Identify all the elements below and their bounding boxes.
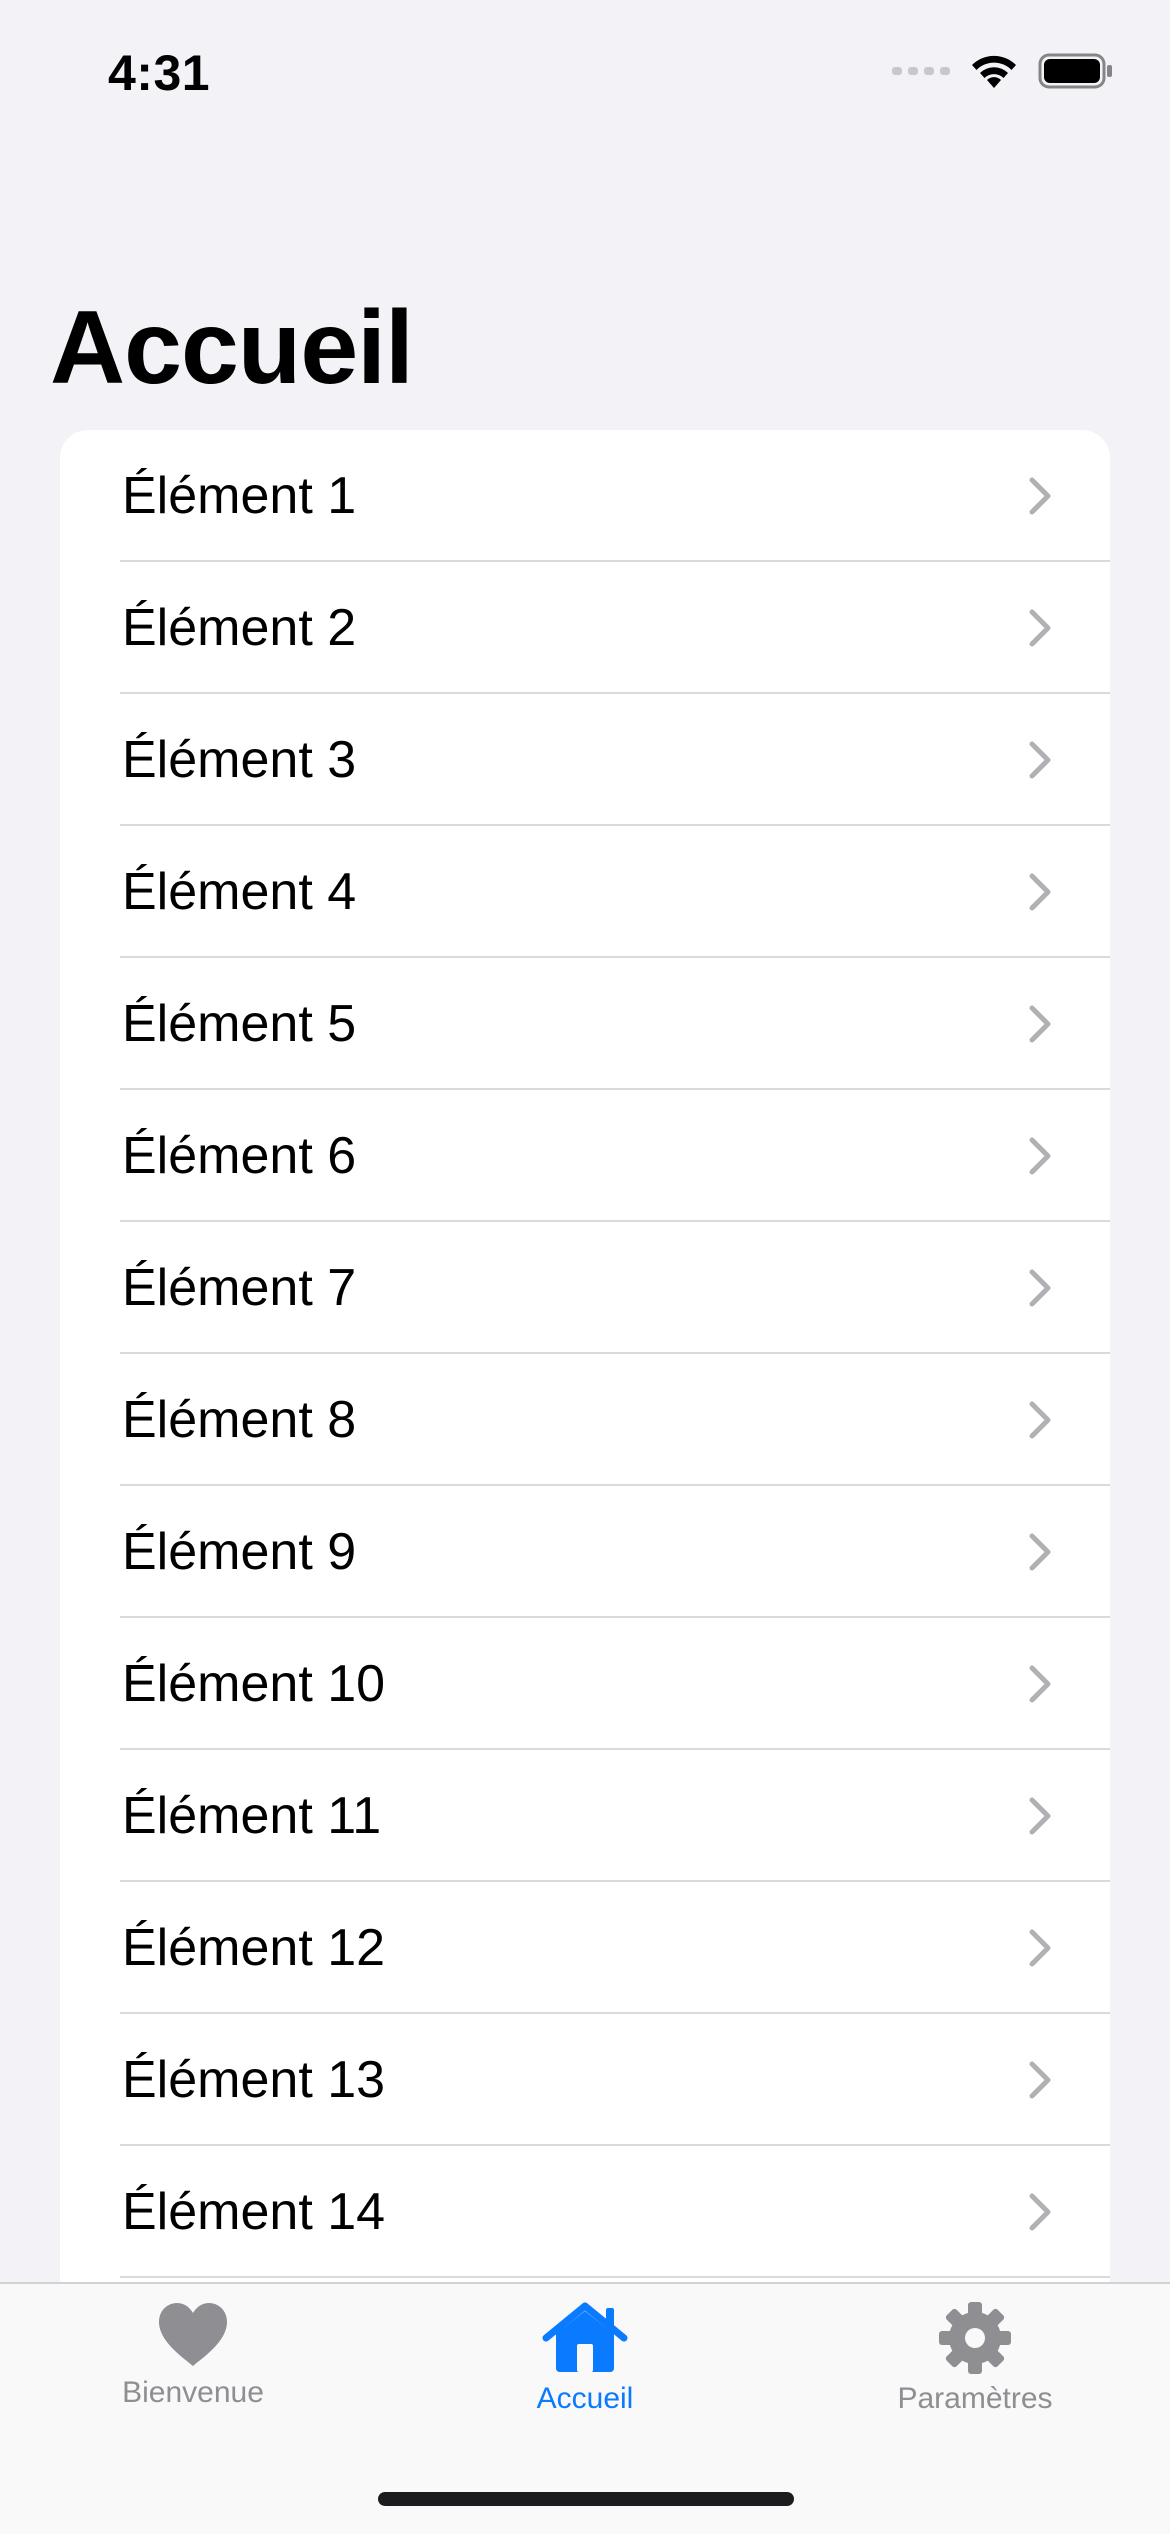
tab-bar: Bienvenue Accueil Paramètres xyxy=(0,2282,1170,2534)
list-item[interactable]: Élément 6 xyxy=(60,1090,1110,1222)
list-item-label: Élément 7 xyxy=(122,1259,357,1317)
tab-label: Bienvenue xyxy=(122,2376,264,2409)
battery-icon xyxy=(1038,53,1112,89)
items-list: Élément 1 Élément 2 Élément 3 Élément 4 … xyxy=(60,430,1110,2290)
list-item-label: Élément 12 xyxy=(122,1919,386,1977)
list-item[interactable]: Élément 1 xyxy=(60,430,1110,562)
chevron-right-icon xyxy=(1029,477,1051,515)
status-icons xyxy=(892,52,1114,90)
list-item[interactable]: Élément 8 xyxy=(60,1354,1110,1486)
list-item-label: Élément 5 xyxy=(122,995,357,1053)
chevron-right-icon xyxy=(1029,2193,1051,2231)
list-item-label: Élément 1 xyxy=(122,467,357,525)
page-title: Accueil xyxy=(50,290,414,406)
list-item[interactable]: Élément 13 xyxy=(60,2014,1110,2146)
list-item-label: Élément 9 xyxy=(122,1523,357,1581)
list-item[interactable]: Élément 7 xyxy=(60,1222,1110,1354)
list-item[interactable]: Élément 4 xyxy=(60,826,1110,958)
list-item-label: Élément 10 xyxy=(122,1655,386,1713)
list-item-label: Élément 3 xyxy=(122,731,357,789)
list-item[interactable]: Élément 11 xyxy=(60,1750,1110,1882)
list-item[interactable]: Élément 5 xyxy=(60,958,1110,1090)
list-item-label: Élément 13 xyxy=(122,2051,386,2109)
heart-icon xyxy=(159,2303,227,2366)
chevron-right-icon xyxy=(1029,1269,1051,1307)
chevron-right-icon xyxy=(1029,1533,1051,1571)
list-item-label: Élément 6 xyxy=(122,1127,357,1185)
list-item-label: Élément 8 xyxy=(122,1391,357,1449)
chevron-right-icon xyxy=(1029,2061,1051,2099)
list-item-label: Élément 2 xyxy=(122,599,357,657)
list-item-label: Élément 14 xyxy=(122,2183,386,2241)
tab-label: Accueil xyxy=(536,2382,634,2415)
chevron-right-icon xyxy=(1029,1797,1051,1835)
chevron-right-icon xyxy=(1029,1929,1051,1967)
chevron-right-icon xyxy=(1029,1005,1051,1043)
chevron-right-icon xyxy=(1029,1137,1051,1175)
list-item[interactable]: Élément 2 xyxy=(60,562,1110,694)
tab-label: Paramètres xyxy=(897,2382,1053,2415)
list-item[interactable]: Élément 12 xyxy=(60,1882,1110,2014)
chevron-right-icon xyxy=(1029,1665,1051,1703)
chevron-right-icon xyxy=(1029,741,1051,779)
wifi-icon xyxy=(972,55,1016,88)
chevron-right-icon xyxy=(1029,609,1051,647)
list-item[interactable]: Élément 14 xyxy=(60,2146,1110,2278)
house-icon xyxy=(542,2302,628,2372)
list-item-label: Élément 4 xyxy=(122,863,357,921)
gear-icon xyxy=(939,2302,1011,2374)
chevron-right-icon xyxy=(1029,873,1051,911)
list-item[interactable]: Élément 9 xyxy=(60,1486,1110,1618)
list-item[interactable]: Élément 10 xyxy=(60,1618,1110,1750)
cellular-signal-icon xyxy=(892,67,950,75)
tab-parametres[interactable]: Paramètres xyxy=(825,2300,1125,2416)
status-time: 4:31 xyxy=(108,45,211,101)
list-item[interactable]: Élément 3 xyxy=(60,694,1110,826)
status-bar: 4:31 xyxy=(0,0,1170,140)
home-indicator xyxy=(378,2492,794,2506)
chevron-right-icon xyxy=(1029,1401,1051,1439)
list-item-label: Élément 11 xyxy=(122,1787,382,1845)
tab-accueil[interactable]: Accueil xyxy=(435,2300,735,2416)
tab-bienvenue[interactable]: Bienvenue xyxy=(43,2300,343,2410)
